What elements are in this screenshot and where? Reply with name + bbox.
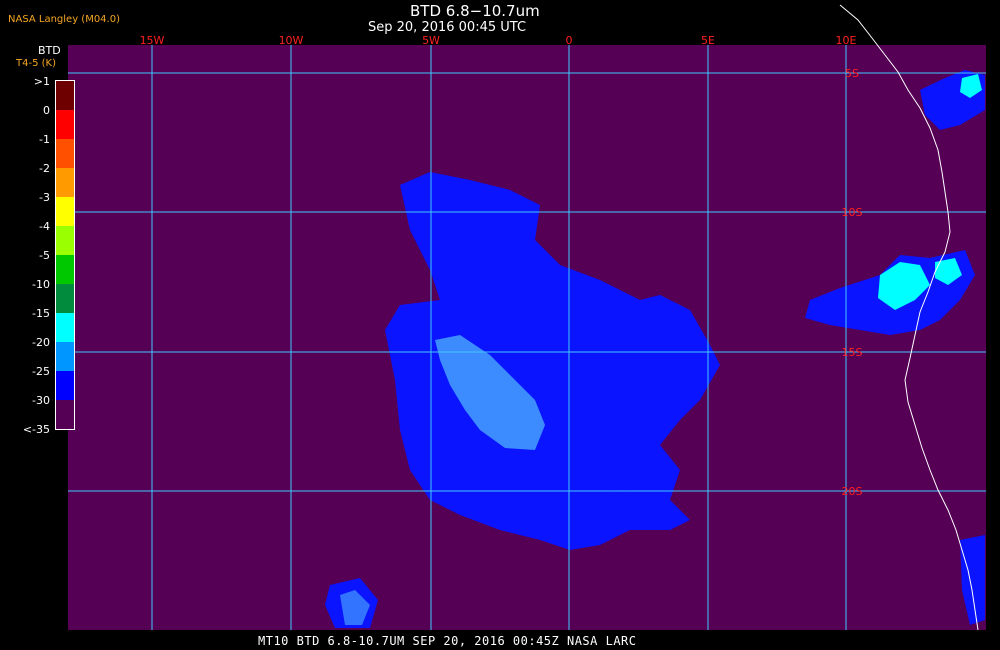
lon-label: 15W [140,34,165,47]
colorbar-label: -15 [32,307,50,320]
colorbar-label: -1 [39,133,50,146]
lat-label: 20S [842,485,863,498]
colorbar-label: -30 [32,394,50,407]
lon-label: 10E [836,34,857,47]
lat-label: 15S [842,346,863,359]
colorbar-label: -25 [32,365,50,378]
colorbar-label: -3 [39,191,50,204]
colorbar-label: -5 [39,249,50,262]
map-title: BTD 6.8−10.7um [410,2,540,20]
lon-label: 5E [701,34,715,47]
colorbar-units: T4-5 (K) [16,58,56,69]
colorbar-frame [55,80,75,430]
lat-label: 10S [842,206,863,219]
agency-label: NASA Langley (M04.0) [8,14,120,25]
colorbar-label: 0 [43,104,50,117]
map-timestamp: Sep 20, 2016 00:45 UTC [368,20,527,35]
colorbar-label: -4 [39,220,50,233]
footer-caption: MT10 BTD 6.8-10.7UM SEP 20, 2016 00:45Z … [258,634,637,648]
colorbar-label: -2 [39,162,50,175]
colorbar-label: >1 [33,75,50,88]
lon-label: 0 [566,34,573,47]
colorbar-label: -20 [32,336,50,349]
lon-label: 5W [422,34,440,47]
colorbar-label: <-35 [22,423,50,436]
lon-label: 10W [279,34,304,47]
lat-label: 5S [845,67,859,80]
colorbar-label: -10 [32,278,50,291]
colorbar-title: BTD [38,44,61,57]
satellite-map: 15W 10W 5W 0 5E 10E 5S 10S 15S 20S [68,4,986,631]
